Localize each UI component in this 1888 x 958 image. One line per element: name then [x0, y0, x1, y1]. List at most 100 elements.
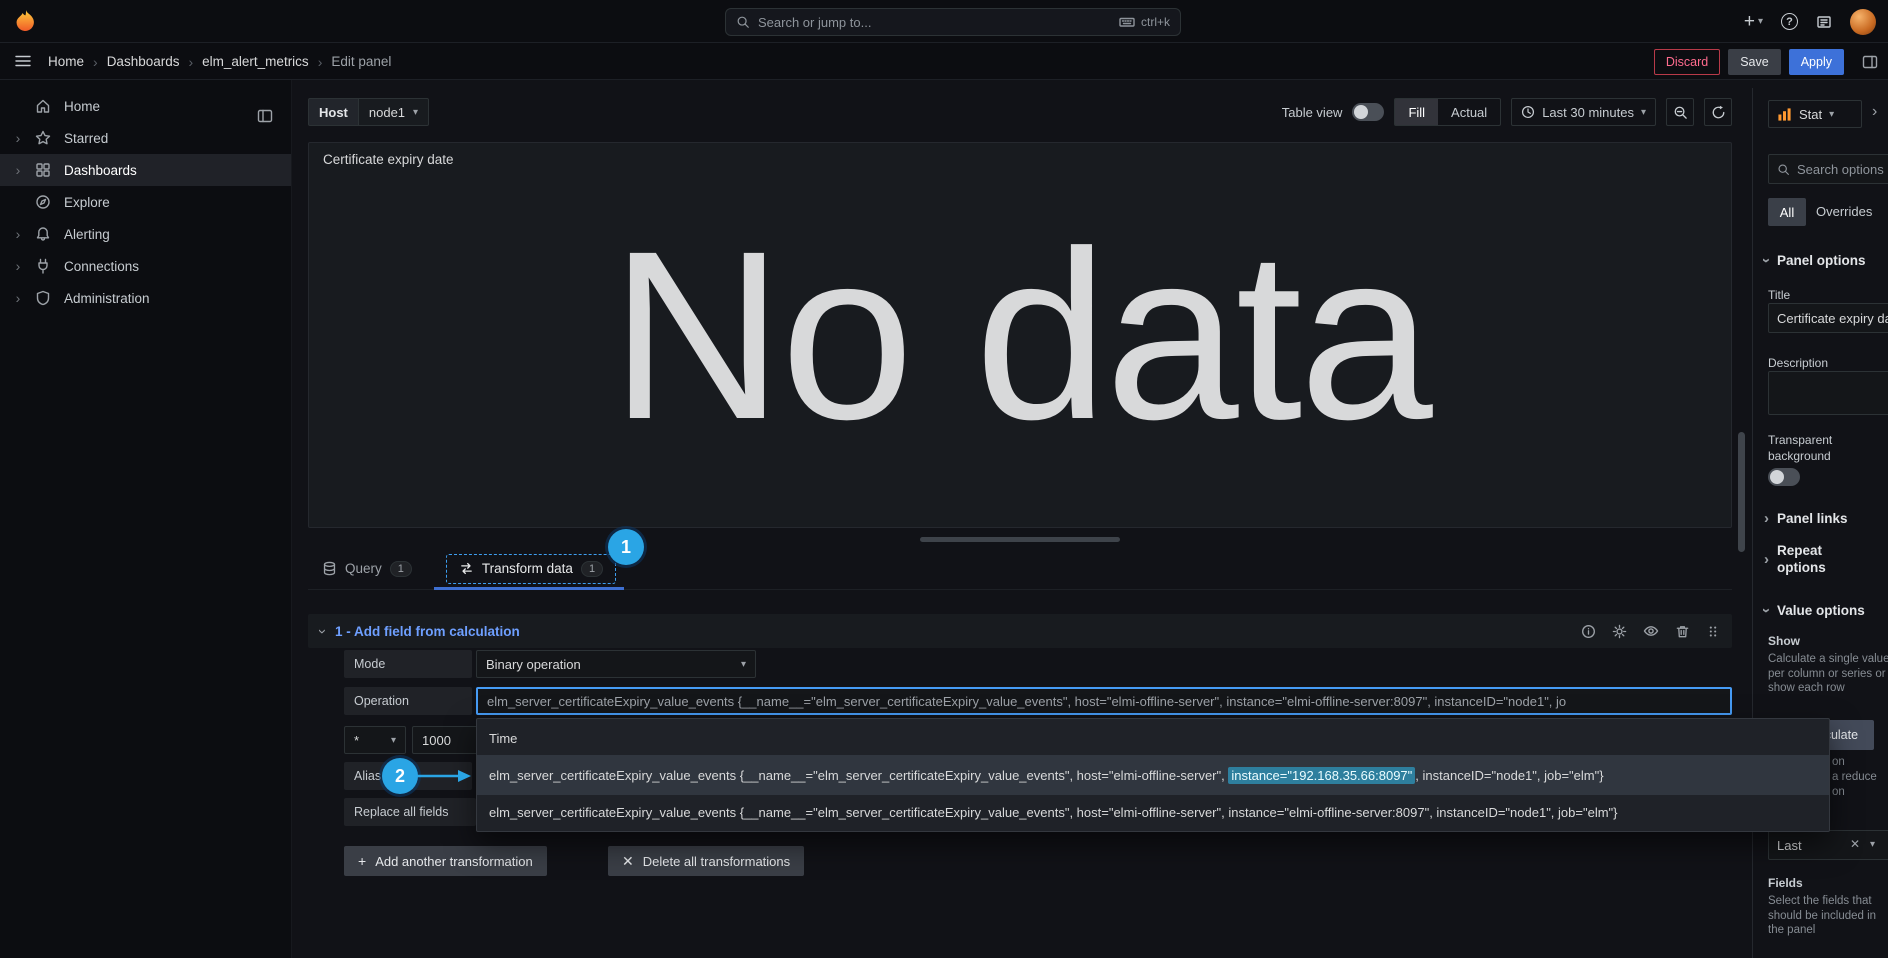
- zoom-out-button[interactable]: [1666, 98, 1694, 126]
- editor-tabs: Query 1 Transform data 1: [308, 548, 1732, 590]
- panel-options-section[interactable]: › Panel options: [1764, 252, 1866, 269]
- sidebar-item-home[interactable]: Home: [0, 90, 291, 122]
- nav-sidebar: Home › Starred › Dashboards Explore › Al…: [0, 80, 292, 958]
- clear-icon[interactable]: ✕: [1850, 837, 1860, 851]
- apply-button[interactable]: Apply: [1789, 49, 1844, 75]
- panel-title-input[interactable]: Certificate expiry date: [1768, 303, 1888, 333]
- avatar[interactable]: [1850, 9, 1876, 35]
- add-transformation-button[interactable]: + Add another transformation: [344, 846, 547, 876]
- tab-all[interactable]: All: [1768, 198, 1806, 226]
- tab-label: Query: [345, 561, 382, 576]
- save-button[interactable]: Save: [1728, 49, 1781, 75]
- sidebar-item-starred[interactable]: › Starred: [0, 122, 291, 154]
- chevron-down-icon[interactable]: ›: [314, 629, 331, 634]
- table-view-toggle[interactable]: [1352, 103, 1384, 121]
- chevron-right-icon[interactable]: ›: [10, 258, 26, 274]
- chevron-down-icon: ▾: [1641, 107, 1646, 118]
- menu-item-time[interactable]: Time: [477, 721, 1829, 755]
- menu-icon[interactable]: [14, 53, 32, 69]
- query-count-badge: 1: [390, 561, 412, 577]
- tab-query[interactable]: Query 1: [322, 561, 412, 577]
- repeat-options-section[interactable]: › Repeat options: [1764, 542, 1856, 576]
- sidebar-item-connections[interactable]: › Connections: [0, 250, 291, 282]
- breadcrumb-dashboards[interactable]: Dashboards: [107, 54, 180, 69]
- eye-icon[interactable]: [1643, 623, 1659, 639]
- search-icon: [1777, 163, 1790, 176]
- actual-option[interactable]: Actual: [1438, 99, 1500, 125]
- resize-handle[interactable]: [920, 537, 1120, 542]
- table-view-label: Table view: [1282, 105, 1343, 120]
- discard-button[interactable]: Discard: [1654, 49, 1720, 75]
- help-icon[interactable]: ?: [1781, 13, 1798, 30]
- drag-handle-icon[interactable]: [1706, 624, 1720, 639]
- pane-size-segmented: Fill Actual: [1394, 98, 1501, 126]
- debug-icon[interactable]: [1612, 624, 1627, 639]
- panel-right-icon[interactable]: [1862, 54, 1878, 70]
- operation-field-label: Operation: [344, 687, 472, 715]
- close-icon: ✕: [622, 853, 634, 870]
- database-icon: [322, 561, 337, 576]
- chevron-right-icon[interactable]: ›: [10, 162, 26, 178]
- time-range-picker[interactable]: Last 30 minutes ▾: [1511, 98, 1656, 126]
- transparent-background-toggle[interactable]: [1768, 468, 1800, 486]
- chevron-down-icon: ›: [1758, 608, 1775, 613]
- refresh-button[interactable]: [1704, 98, 1732, 126]
- tab-transform-data[interactable]: Transform data 1: [446, 554, 616, 584]
- chevron-down-icon[interactable]: ▾: [1870, 839, 1875, 850]
- fill-option[interactable]: Fill: [1395, 99, 1438, 125]
- operator-select[interactable]: * ▾: [344, 726, 406, 754]
- chevron-right-icon[interactable]: ›: [10, 290, 26, 306]
- breadcrumb-bar: Home › Dashboards › elm_alert_metrics › …: [0, 43, 1888, 80]
- description-textarea[interactable]: [1768, 371, 1888, 415]
- search-shortcut: ctrl+k: [1141, 15, 1170, 29]
- grafana-logo-icon[interactable]: [12, 8, 38, 34]
- sidebar-item-administration[interactable]: › Administration: [0, 282, 291, 314]
- sidebar-item-label: Dashboards: [64, 163, 137, 178]
- occluded-text-fragment: on: [1832, 786, 1845, 798]
- transformation-title: 1 - Add field from calculation: [335, 624, 520, 639]
- chevron-right-icon[interactable]: ›: [10, 130, 26, 146]
- chevron-down-icon: ›: [1758, 258, 1775, 263]
- transformation-header[interactable]: › 1 - Add field from calculation: [308, 614, 1732, 648]
- mode-field-label: Mode: [344, 650, 472, 678]
- mode-select[interactable]: Binary operation ▾: [476, 650, 756, 678]
- menu-item-metric-hostname[interactable]: elm_server_certificateExpiry_value_event…: [477, 795, 1829, 829]
- sidebar-item-alerting[interactable]: › Alerting: [0, 218, 291, 250]
- highlighted-instance-text: instance="192.168.35.66:8097": [1228, 767, 1415, 784]
- stat-icon: [1777, 107, 1792, 122]
- sidebar-item-label: Alerting: [64, 227, 110, 242]
- breadcrumb-home[interactable]: Home: [48, 54, 84, 69]
- visualization-picker[interactable]: Stat ▾: [1768, 100, 1862, 128]
- trash-icon[interactable]: [1675, 624, 1690, 639]
- panel-preview: Certificate expiry date No data: [308, 142, 1732, 528]
- options-search-input[interactable]: Search options: [1768, 154, 1888, 184]
- transparent-background-label: Transparent background: [1768, 432, 1864, 464]
- alerting-icon: [35, 226, 53, 242]
- breadcrumb-dashboard-name[interactable]: elm_alert_metrics: [202, 54, 309, 69]
- panel-links-section[interactable]: › Panel links: [1764, 510, 1848, 527]
- chevron-right-icon[interactable]: ›: [10, 226, 26, 242]
- breadcrumb: Home › Dashboards › elm_alert_metrics › …: [48, 43, 391, 80]
- sidebar-item-dashboards[interactable]: › Dashboards: [0, 154, 291, 186]
- new-menu-button[interactable]: + ▾: [1744, 12, 1763, 31]
- operation-suggestions-menu: Time elm_server_certificateExpiry_value_…: [476, 718, 1830, 832]
- refresh-icon: [1711, 105, 1726, 120]
- annotation-circle-2: 2: [382, 758, 418, 794]
- scrollbar-thumb[interactable]: [1738, 432, 1745, 552]
- delete-transformations-button[interactable]: ✕ Delete all transformations: [608, 846, 804, 876]
- tab-overrides[interactable]: Overrides: [1816, 204, 1872, 219]
- replace-all-fields-label: Replace all fields: [344, 798, 476, 826]
- sidebar-item-explore[interactable]: Explore: [0, 186, 291, 218]
- global-search-input[interactable]: Search or jump to... ctrl+k: [725, 8, 1181, 36]
- menu-item-metric-ip[interactable]: elm_server_certificateExpiry_value_event…: [477, 755, 1829, 795]
- variable-picker[interactable]: node1 ▾: [358, 98, 429, 126]
- dashboards-icon: [35, 162, 53, 178]
- value-options-section[interactable]: › Value options: [1764, 602, 1865, 619]
- info-icon[interactable]: [1581, 624, 1596, 639]
- sidebar-item-label: Administration: [64, 291, 150, 306]
- home-icon: [35, 98, 53, 114]
- star-icon: [35, 130, 53, 146]
- news-icon[interactable]: [1816, 14, 1832, 30]
- collapse-options-icon[interactable]: ›: [1872, 103, 1877, 121]
- operation-input[interactable]: elm_server_certificateExpiry_value_event…: [476, 687, 1732, 715]
